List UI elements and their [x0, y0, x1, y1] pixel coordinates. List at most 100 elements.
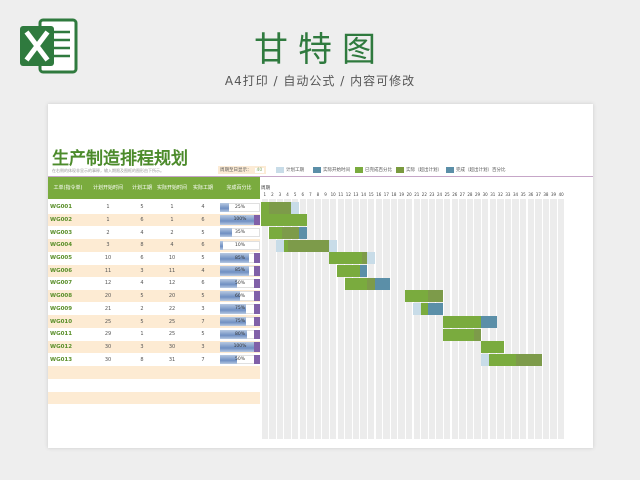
cell-act-dur[interactable]: 5: [188, 328, 218, 341]
cell-id[interactable]: WG012: [48, 341, 88, 354]
progress-label: 85%: [234, 268, 245, 274]
cell-act-start[interactable]: 11: [156, 265, 188, 278]
cell-act-start[interactable]: 4: [156, 239, 188, 252]
cell-plan-dur[interactable]: 3: [128, 265, 156, 278]
cell-plan-dur[interactable]: 6: [128, 214, 156, 227]
cell-act-dur[interactable]: 3: [188, 341, 218, 354]
cell-plan-dur[interactable]: 6: [128, 252, 156, 265]
table-row[interactable]: WG001 1 5 1 4 25%: [48, 201, 260, 214]
cell-act-dur[interactable]: 7: [188, 353, 218, 366]
cell-id[interactable]: WG003: [48, 226, 88, 239]
cell-plan-dur[interactable]: 4: [128, 277, 156, 290]
cell-plan-dur[interactable]: 4: [128, 226, 156, 239]
cell-plan-start[interactable]: 12: [88, 277, 128, 290]
cell-id[interactable]: WG010: [48, 315, 88, 328]
cell-act-start[interactable]: 1: [156, 201, 188, 214]
cell-act-dur[interactable]: 4: [188, 265, 218, 278]
cell-id[interactable]: WG004: [48, 239, 88, 252]
cell-act-dur[interactable]: 3: [188, 303, 218, 316]
cell-act-dur[interactable]: 6: [188, 277, 218, 290]
cell-act-start[interactable]: 1: [156, 214, 188, 227]
progress-bar: 100%: [220, 342, 260, 352]
gantt-day-column: [428, 199, 436, 439]
cell-plan-start[interactable]: 20: [88, 290, 128, 303]
cell-id[interactable]: WG007: [48, 277, 88, 290]
period-value[interactable]: 40: [254, 167, 265, 173]
table-row[interactable]: WG013 30 8 31 7 50%: [48, 353, 260, 366]
cell-act-dur[interactable]: 6: [188, 214, 218, 227]
progress-bar: 25%: [220, 202, 260, 212]
cell-plan-start[interactable]: 21: [88, 303, 128, 316]
cell-id[interactable]: WG005: [48, 252, 88, 265]
gantt-day-number: 29: [475, 192, 481, 197]
cell-id[interactable]: WG001: [48, 201, 88, 214]
cell-act-start[interactable]: 30: [156, 341, 188, 354]
cell-act-dur[interactable]: 5: [188, 252, 218, 265]
gantt-day-column: [519, 199, 527, 439]
cell-plan-dur[interactable]: 8: [128, 353, 156, 366]
table-row[interactable]: WG012 30 3 30 3 100%: [48, 340, 260, 354]
cell-plan-dur[interactable]: 1: [128, 328, 156, 341]
cell-id[interactable]: WG011: [48, 328, 88, 341]
gantt-done-bar: [283, 239, 289, 252]
gantt-done-bar: [489, 353, 516, 366]
cell-act-start[interactable]: 31: [156, 353, 188, 366]
cell-plan-dur[interactable]: 3: [128, 341, 156, 354]
table-row[interactable]: [48, 378, 260, 392]
table-row[interactable]: WG005 10 6 10 5 85%: [48, 251, 260, 265]
gantt-day-number: 9: [324, 192, 327, 197]
cell-plan-start[interactable]: 30: [88, 353, 128, 366]
legend-swatch-0: [276, 167, 284, 173]
cell-id[interactable]: WG009: [48, 303, 88, 316]
cell-plan-start[interactable]: 11: [88, 265, 128, 278]
progress-label: 80%: [234, 331, 245, 337]
cell-plan-dur[interactable]: 5: [128, 290, 156, 303]
table-row[interactable]: WG010 25 5 25 7 75%: [48, 315, 260, 328]
cell-plan-start[interactable]: 2: [88, 226, 128, 239]
table-row[interactable]: WG003 2 4 2 5 35%: [48, 226, 260, 239]
cell-plan-start[interactable]: 1: [88, 201, 128, 214]
progress-label: 25%: [234, 204, 245, 210]
cell-act-start[interactable]: 10: [156, 252, 188, 265]
table-row[interactable]: WG011 29 1 25 5 80%: [48, 328, 260, 341]
cell-act-start[interactable]: 25: [156, 328, 188, 341]
cell-plan-start[interactable]: 10: [88, 252, 128, 265]
cell-plan-dur[interactable]: 2: [128, 303, 156, 316]
gantt-actual-bar[interactable]: [283, 239, 330, 252]
cell-id[interactable]: WG008: [48, 290, 88, 303]
cell-act-start[interactable]: 25: [156, 315, 188, 328]
cell-act-start[interactable]: 20: [156, 290, 188, 303]
cell-act-dur[interactable]: 4: [188, 201, 218, 214]
col-header-plan-duration: 计划工期: [131, 185, 152, 191]
table-row[interactable]: WG004 3 8 4 6 10%: [48, 239, 260, 252]
cell-act-dur[interactable]: 7: [188, 315, 218, 328]
cell-plan-dur[interactable]: 5: [128, 201, 156, 214]
cell-id[interactable]: WG002: [48, 214, 88, 227]
cell-act-start[interactable]: 22: [156, 303, 188, 316]
progress-label: 100%: [233, 217, 247, 223]
gantt-day-number: 18: [391, 192, 397, 197]
cell-plan-start[interactable]: 25: [88, 315, 128, 328]
table-row[interactable]: [48, 366, 260, 379]
cell-id[interactable]: WG006: [48, 265, 88, 278]
table-row[interactable]: WG008 20 5 20 5 60%: [48, 289, 260, 303]
cell-plan-start[interactable]: 3: [88, 239, 128, 252]
cell-plan-start[interactable]: 30: [88, 341, 128, 354]
cell-plan-start[interactable]: 1: [88, 214, 128, 227]
cell-id[interactable]: WG013: [48, 353, 88, 366]
legend-item-3: 实际（超出计划）: [396, 166, 442, 174]
cell-act-dur[interactable]: 5: [188, 226, 218, 239]
cell-plan-dur[interactable]: 8: [128, 239, 156, 252]
cell-act-start[interactable]: 12: [156, 277, 188, 290]
cell-plan-dur[interactable]: 5: [128, 315, 156, 328]
cell-act-dur[interactable]: 5: [188, 290, 218, 303]
table-row[interactable]: WG009 21 2 22 3 75%: [48, 302, 260, 316]
table-row[interactable]: WG007 12 4 12 6 50%: [48, 277, 260, 290]
table-row[interactable]: WG002 1 6 1 6 100%: [48, 213, 260, 227]
cell-plan-start[interactable]: 29: [88, 328, 128, 341]
gantt-day-column: [398, 199, 405, 439]
table-row[interactable]: [48, 391, 260, 404]
cell-act-start[interactable]: 2: [156, 226, 188, 239]
cell-act-dur[interactable]: 6: [188, 239, 218, 252]
table-row[interactable]: WG006 11 3 11 4 85%: [48, 264, 260, 278]
